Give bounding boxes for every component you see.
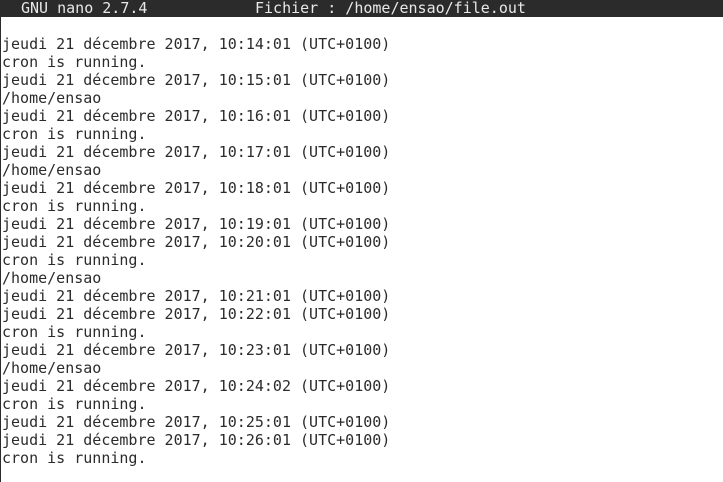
editor-version-label: GNU nano 2.7.4 bbox=[21, 0, 148, 17]
text-buffer[interactable]: jeudi 21 décembre 2017, 10:14:01 (UTC+01… bbox=[2, 35, 390, 467]
buffer-line: cron is running. bbox=[2, 53, 147, 71]
buffer-line: jeudi 21 décembre 2017, 10:14:01 (UTC+01… bbox=[2, 35, 391, 53]
buffer-line: jeudi 21 décembre 2017, 10:16:01 (UTC+01… bbox=[2, 107, 391, 125]
nano-editor-window: GNU nano 2.7.4 Fichier : /home/ensao/fil… bbox=[0, 0, 723, 482]
buffer-line: /home/ensao bbox=[2, 359, 102, 377]
file-name-label: Fichier : /home/ensao/file.out bbox=[255, 0, 526, 17]
buffer-line: cron is running. bbox=[2, 197, 147, 215]
buffer-line: cron is running. bbox=[2, 395, 147, 413]
buffer-line: /home/ensao bbox=[2, 161, 102, 179]
buffer-line: jeudi 21 décembre 2017, 10:26:01 (UTC+01… bbox=[2, 431, 391, 449]
buffer-line: jeudi 21 décembre 2017, 10:20:01 (UTC+01… bbox=[2, 233, 391, 251]
buffer-line: jeudi 21 décembre 2017, 10:23:01 (UTC+01… bbox=[2, 341, 391, 359]
buffer-line: jeudi 21 décembre 2017, 10:24:02 (UTC+01… bbox=[2, 377, 391, 395]
buffer-line: cron is running. bbox=[2, 323, 147, 341]
buffer-line: jeudi 21 décembre 2017, 10:22:01 (UTC+01… bbox=[2, 305, 391, 323]
buffer-line: cron is running. bbox=[2, 449, 147, 467]
buffer-line: cron is running. bbox=[2, 251, 147, 269]
buffer-line: jeudi 21 décembre 2017, 10:17:01 (UTC+01… bbox=[2, 143, 391, 161]
buffer-line: jeudi 21 décembre 2017, 10:15:01 (UTC+01… bbox=[2, 71, 391, 89]
nano-title-bar: GNU nano 2.7.4 Fichier : /home/ensao/fil… bbox=[1, 0, 723, 17]
buffer-line: jeudi 21 décembre 2017, 10:21:01 (UTC+01… bbox=[2, 287, 391, 305]
buffer-line: cron is running. bbox=[2, 125, 147, 143]
buffer-line: /home/ensao bbox=[2, 269, 102, 287]
buffer-line: jeudi 21 décembre 2017, 10:18:01 (UTC+01… bbox=[2, 179, 391, 197]
buffer-line: /home/ensao bbox=[2, 89, 102, 107]
buffer-line: jeudi 21 décembre 2017, 10:25:01 (UTC+01… bbox=[2, 413, 391, 431]
buffer-line: jeudi 21 décembre 2017, 10:19:01 (UTC+01… bbox=[2, 215, 391, 233]
